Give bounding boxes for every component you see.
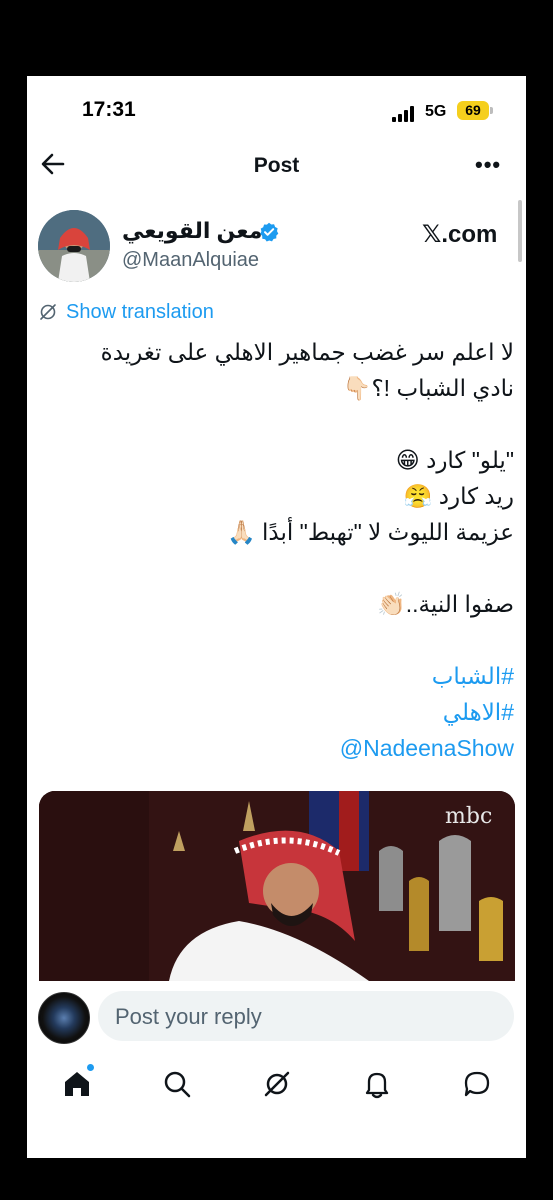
reply-placeholder[interactable]: Post your reply <box>115 1004 262 1030</box>
notifications-icon[interactable] <box>362 1069 392 1099</box>
tweet-line: عزيمة الليوث لا "تهبط" أبدًا 🙏🏻 <box>227 519 514 545</box>
avatar[interactable] <box>38 210 110 282</box>
show-translation-link[interactable]: Show translation <box>66 301 214 324</box>
status-time: 17:31 <box>82 98 136 121</box>
home-icon[interactable] <box>62 1069 92 1099</box>
verified-badge-icon <box>259 222 279 242</box>
battery-tip <box>490 107 493 114</box>
battery-icon: 69 <box>457 101 489 120</box>
network-label: 5G <box>425 103 447 120</box>
tweet-line <box>39 550 514 586</box>
author-handle[interactable]: @MaanAlquiae <box>122 249 259 272</box>
home-notification-dot <box>87 1064 94 1071</box>
tweet-line <box>39 406 514 442</box>
scrollbar[interactable] <box>518 200 522 262</box>
mention-link[interactable]: @NadeenaShow <box>39 730 514 766</box>
reply-avatar[interactable] <box>38 992 90 1044</box>
tweet-text: لا اعلم سر غضب جماهير الاهلي على تغريدة … <box>39 334 514 766</box>
avatar-image <box>38 210 110 282</box>
hashtag-link[interactable]: #الاهلي <box>39 694 514 730</box>
page-title: Post <box>253 154 300 177</box>
tweet-media[interactable] <box>39 791 515 981</box>
tweet-line: صفوا النية..👏🏻 <box>377 591 514 617</box>
messages-icon[interactable] <box>462 1069 492 1099</box>
search-icon[interactable] <box>162 1069 192 1099</box>
tweet-line: "يلو" كارد 😁 <box>395 447 514 473</box>
tweet-line: ريد كارد 😤 <box>403 483 514 509</box>
more-options-button[interactable]: ••• <box>475 152 505 177</box>
signal-icon <box>392 106 416 122</box>
hashtag-link[interactable]: #الشباب <box>39 658 514 694</box>
tweet-line: لا اعلم سر غضب جماهير الاهلي على تغريدة <box>100 339 514 365</box>
grok-icon[interactable] <box>262 1069 292 1099</box>
tweet-line: نادي الشباب !؟👇🏻 <box>342 375 514 401</box>
media-video-frame <box>39 791 515 981</box>
brand-label: 𝕏.com <box>422 221 498 248</box>
globe-slash-icon <box>39 303 57 321</box>
mbc-watermark: mbc <box>445 804 493 829</box>
author-display-name[interactable]: معن القويعي <box>122 218 262 244</box>
phone-screen: 17:31 5G 69 Post ••• معن القويعي @MaanAl… <box>27 76 526 1158</box>
